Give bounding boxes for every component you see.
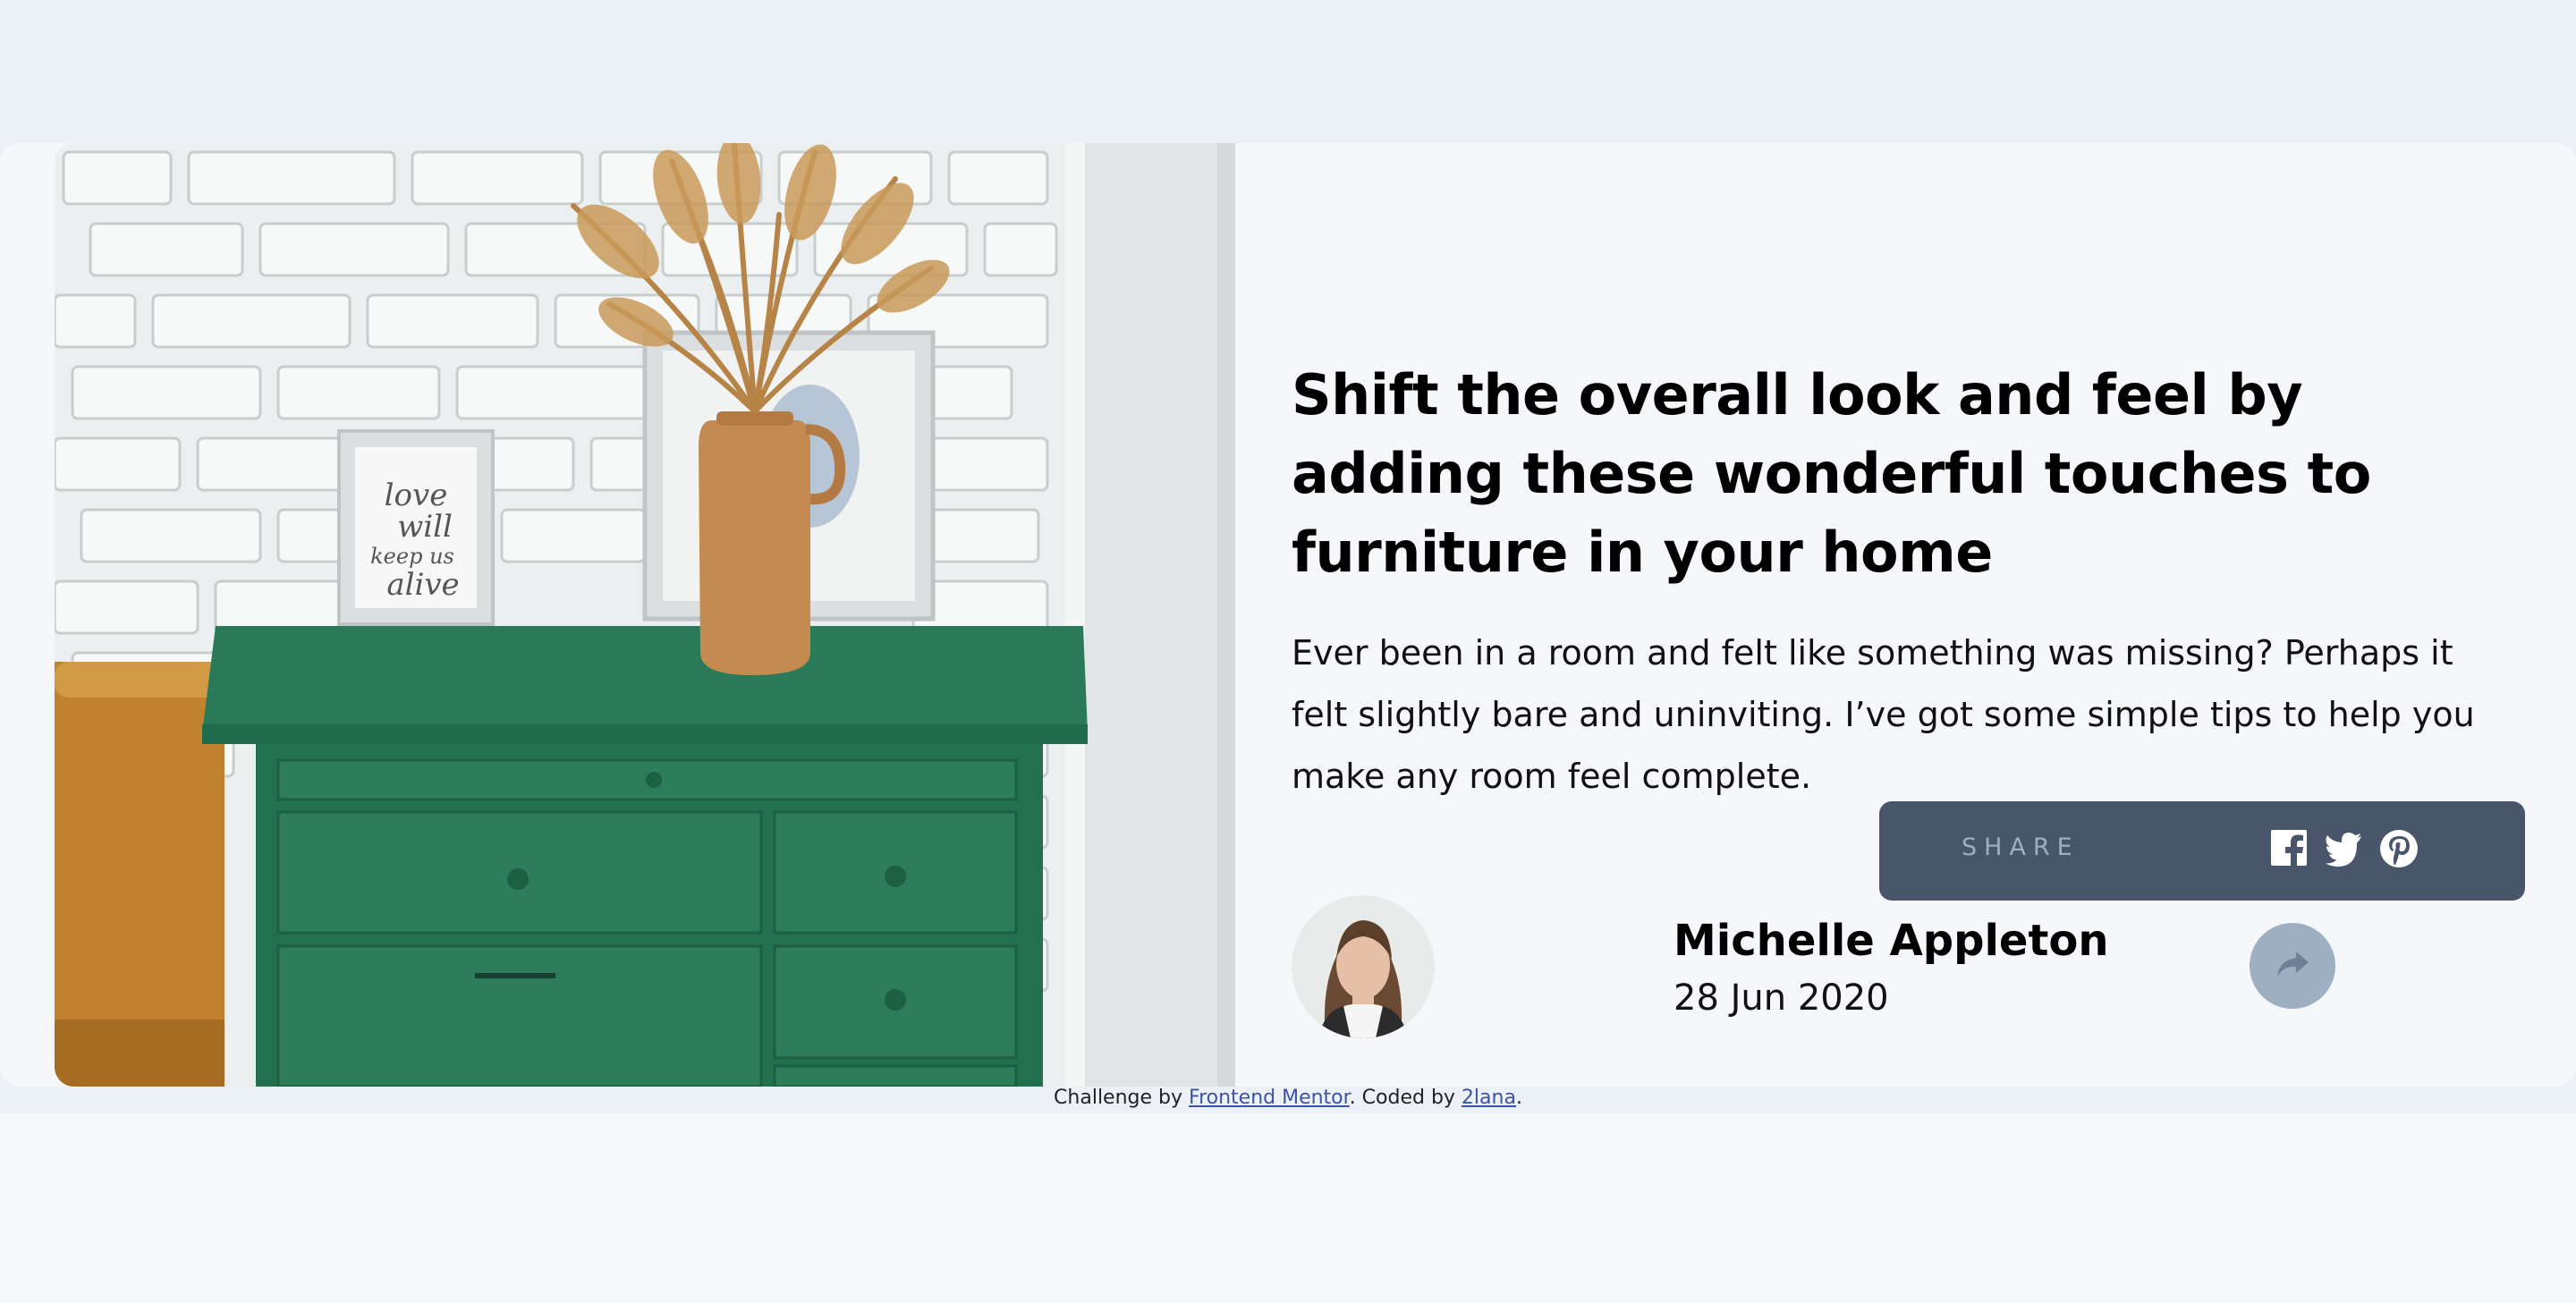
- author-name: Michelle Appleton: [1674, 916, 2109, 966]
- article-title: Shift the overall look and feel by addin…: [1292, 362, 2371, 585]
- publish-date: 28 Jun 2020: [1674, 977, 1889, 1019]
- share-button[interactable]: [2250, 923, 2335, 1009]
- share-icon: [2277, 952, 2309, 977]
- share-label: SHARE: [1962, 833, 2080, 861]
- pinterest-icon[interactable]: [2378, 828, 2419, 869]
- attribution-middle: . Coded by: [1349, 1087, 1462, 1109]
- article-image: love will keep us alive: [55, 143, 1235, 1087]
- attribution-suffix: .: [1515, 1087, 1522, 1109]
- attribution-prefix: Challenge by: [1054, 1087, 1190, 1109]
- svg-text:alive: alive: [386, 567, 459, 603]
- svg-text:love: love: [385, 478, 448, 513]
- footer-attribution: Challenge by Frontend Mentor. Coded by 2…: [0, 1087, 2576, 1109]
- frontend-mentor-link[interactable]: Frontend Mentor: [1189, 1087, 1350, 1109]
- author-avatar: [1292, 895, 1435, 1038]
- svg-text:keep us: keep us: [370, 544, 454, 569]
- twitter-icon[interactable]: [2323, 828, 2364, 869]
- coder-link[interactable]: 2lana: [1462, 1087, 1516, 1109]
- facebook-icon[interactable]: [2269, 828, 2310, 869]
- share-popup: SHARE: [1879, 801, 2525, 901]
- article-description: Ever been in a room and felt like someth…: [1292, 633, 2475, 796]
- svg-text:will: will: [397, 509, 453, 545]
